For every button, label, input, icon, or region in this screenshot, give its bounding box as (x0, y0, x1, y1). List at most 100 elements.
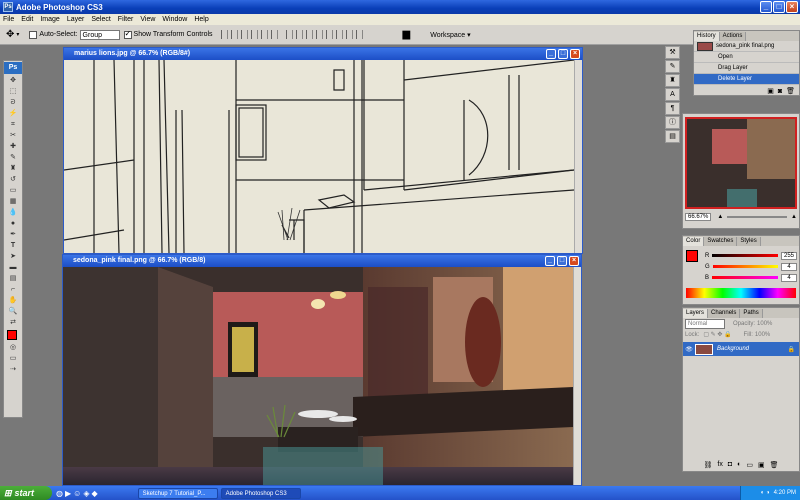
menu-help[interactable]: Help (194, 16, 208, 23)
mask-icon[interactable]: ◘ (728, 461, 732, 469)
b-slider[interactable] (712, 276, 778, 279)
g-value[interactable]: 4 (781, 262, 797, 271)
dodge-tool-icon[interactable]: ● (4, 218, 22, 229)
r-value[interactable]: 255 (781, 251, 797, 260)
info-icon[interactable]: ⓘ (665, 116, 680, 129)
history-brush-tool-icon[interactable]: ↺ (4, 174, 22, 185)
history-state-delete-layer[interactable]: Delete Layer (694, 74, 799, 85)
tab-paths[interactable]: Paths (740, 309, 763, 318)
brush-palette-icon[interactable]: ▆ (403, 29, 411, 40)
lasso-tool-icon[interactable]: ᘐ (4, 97, 22, 108)
maximize-button[interactable]: □ (773, 1, 785, 13)
menu-window[interactable]: Window (162, 16, 187, 23)
brushes-icon[interactable]: ✎ (665, 60, 680, 73)
magic-wand-tool-icon[interactable]: ⚡ (4, 108, 22, 119)
delete-layer-icon[interactable]: 🗑 (770, 461, 779, 469)
navigator-preview[interactable] (685, 117, 797, 209)
app-icon[interactable]: ◆ (91, 489, 97, 498)
start-button[interactable]: ⊞ start (0, 486, 52, 500)
histogram-icon[interactable]: ▤ (665, 130, 680, 143)
tab-channels[interactable]: Channels (708, 309, 741, 318)
tab-swatches[interactable]: Swatches (704, 237, 738, 246)
task-photoshop[interactable]: Adobe Photoshop CS3 (220, 487, 301, 499)
doc-minimize-button[interactable]: _ (546, 49, 556, 59)
pen-tool-icon[interactable]: ✒ (4, 229, 22, 240)
tray-icons[interactable]: ◐ ◑ (761, 490, 770, 496)
tab-color[interactable]: Color (683, 237, 705, 246)
eye-icon[interactable]: 👁 (683, 346, 695, 353)
quick-mask-icon[interactable]: ◎ (4, 342, 22, 353)
b-value[interactable]: 4 (781, 273, 797, 282)
tool-preset-dropdown-icon[interactable]: ▾ (16, 31, 19, 38)
zoom-out-icon[interactable]: ▲ (717, 214, 723, 220)
tab-layers[interactable]: Layers (683, 309, 709, 318)
menu-edit[interactable]: Edit (21, 16, 33, 23)
document-window-marius[interactable]: marius lions.jpg @ 66.7% (RGB/8#) _ □ × (63, 47, 583, 254)
crop-tool-icon[interactable]: ⌗ (4, 119, 22, 130)
foreground-color-swatch[interactable] (7, 330, 17, 340)
menu-image[interactable]: Image (40, 16, 59, 23)
workspace-button[interactable]: Workspace ▾ (430, 31, 470, 39)
adjustment-icon[interactable]: ◐ (737, 461, 741, 469)
line-drawing-canvas[interactable] (64, 60, 574, 253)
zoom-value[interactable]: 66.67% (685, 213, 712, 221)
trash-icon[interactable]: 🗑 (786, 87, 795, 95)
auto-select-dropdown[interactable]: Group (79, 29, 120, 40)
shape-tool-icon[interactable]: ▬ (4, 262, 22, 273)
history-state-open[interactable]: Open (694, 52, 799, 63)
menu-layer[interactable]: Layer (67, 16, 85, 23)
brush-tool-icon[interactable]: ✎ (4, 152, 22, 163)
doc-maximize-button[interactable]: □ (557, 256, 567, 266)
type-tool-icon[interactable]: T (4, 240, 22, 251)
hand-tool-icon[interactable]: ✋ (4, 295, 22, 306)
menu-view[interactable]: View (140, 16, 155, 23)
menu-file[interactable]: File (3, 16, 14, 23)
slice-tool-icon[interactable]: ✂ (4, 130, 22, 141)
clone-stamp-tool-icon[interactable]: ♜ (4, 163, 22, 174)
minimize-button[interactable]: _ (760, 1, 772, 13)
imageready-icon[interactable]: ⇢ (4, 364, 22, 375)
history-state-drag-layer[interactable]: Drag Layer (694, 63, 799, 74)
g-slider[interactable] (712, 265, 778, 268)
r-slider[interactable] (712, 254, 778, 257)
tool-presets-icon[interactable]: ⚒ (665, 46, 680, 59)
close-button[interactable]: × (786, 1, 798, 13)
opacity-value[interactable]: 100% (757, 321, 772, 327)
fx-icon[interactable]: fx (717, 461, 722, 469)
color-spectrum-ramp[interactable] (686, 288, 796, 298)
document-title-bar[interactable]: sedona_pink final.png @ 66.7% (RGB/8) _ … (63, 255, 581, 267)
show-transform-checkbox[interactable] (123, 29, 132, 39)
blur-tool-icon[interactable]: 💧 (4, 207, 22, 218)
tab-history[interactable]: History (694, 32, 720, 41)
path-selection-tool-icon[interactable]: ➤ (4, 251, 22, 262)
task-sketchup[interactable]: Sketchup 7 Tutorial_P... (137, 487, 218, 499)
clone-source-icon[interactable]: ♜ (665, 74, 680, 87)
layer-row-background[interactable]: 👁 Background 🔒 (683, 342, 799, 356)
move-tool-icon[interactable]: ✥ (6, 29, 14, 40)
color-fg-swatch[interactable] (686, 250, 698, 262)
swap-colors-icon[interactable]: ⇄ (4, 317, 22, 328)
zoom-slider[interactable] (727, 216, 788, 218)
eyedropper-tool-icon[interactable]: ⌐ (4, 284, 22, 295)
healing-brush-tool-icon[interactable]: ✚ (4, 141, 22, 152)
zoom-in-icon[interactable]: ▲ (791, 214, 797, 220)
gradient-tool-icon[interactable]: ▦ (4, 196, 22, 207)
folder-icon[interactable]: ▭ (746, 461, 753, 469)
media-icon[interactable]: ▶ (65, 489, 71, 498)
browser-icon[interactable]: ◍ (56, 489, 63, 498)
document-title-bar[interactable]: marius lions.jpg @ 66.7% (RGB/8#) _ □ × (64, 48, 582, 60)
tab-styles[interactable]: Styles (737, 237, 761, 246)
align-buttons[interactable] (220, 30, 278, 39)
app-icon[interactable]: ◈ (83, 489, 89, 498)
doc-close-button[interactable]: × (569, 256, 579, 266)
snapshot-icon[interactable]: ◙ (778, 88, 782, 95)
fill-value[interactable]: 100% (755, 332, 770, 338)
link-icon[interactable]: ⛓ (704, 461, 713, 469)
menu-select[interactable]: Select (91, 16, 110, 23)
paragraph-icon[interactable]: ¶ (665, 102, 680, 115)
vertical-scrollbar[interactable] (573, 267, 581, 485)
doc-maximize-button[interactable]: □ (558, 49, 568, 59)
history-snapshot[interactable]: sedona_pink final.png (694, 41, 799, 52)
character-icon[interactable]: A (665, 88, 680, 101)
move-tool-icon[interactable]: ✥ (4, 75, 22, 86)
